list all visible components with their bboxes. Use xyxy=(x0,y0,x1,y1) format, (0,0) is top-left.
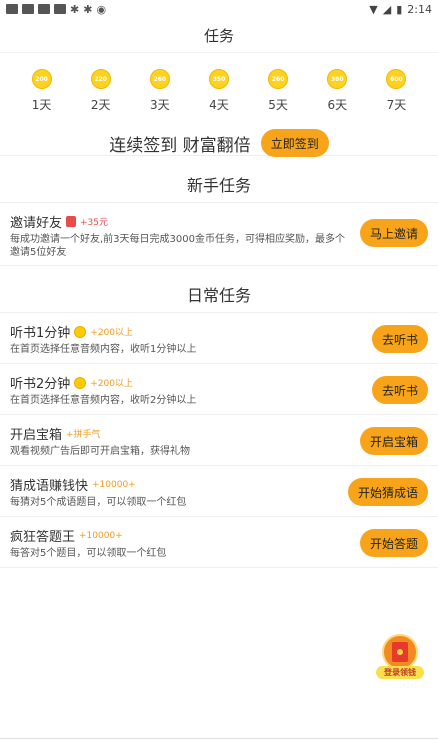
task-description: 每成功邀请一个好友,前3天每日完成3000金币任务，可得相应奖励，最多个邀请5位… xyxy=(10,234,345,258)
checkin-panel: 200 1天 220 2天 260 3天 350 4天 260 5天 380 6… xyxy=(0,53,438,157)
task-description: 每猜对5个成语题目，可以领取一个红包 xyxy=(10,497,187,508)
notification-icon xyxy=(22,4,34,14)
daily-section-title: 日常任务 xyxy=(0,276,438,313)
square-icon xyxy=(54,4,66,14)
task-quiz-king: 疯狂答题王 +10000+ 每答对5个题目，可以领取一个红包 开始答题 xyxy=(0,517,438,568)
newbie-section-title: 新手任务 xyxy=(0,166,438,203)
signal-icon: ◢ xyxy=(382,2,392,16)
checkin-day: 220 2天 xyxy=(81,69,121,113)
day-label: 4天 xyxy=(209,98,229,112)
day-label: 3天 xyxy=(150,98,170,112)
page-title: 任务 xyxy=(0,18,438,53)
task-title-row: 邀请好友 +35元 xyxy=(10,212,108,231)
coin-icon: 260 xyxy=(268,69,289,89)
day-label: 1天 xyxy=(31,98,52,112)
coin-icon: 350 xyxy=(208,69,229,89)
task-reward: +200以上 xyxy=(90,379,134,389)
task-description: 在首页选择任意音频内容，收听1分钟以上 xyxy=(10,344,197,355)
coin-icon: 260 xyxy=(149,69,170,89)
task-title-row: 猜成语赚钱快 +10000+ xyxy=(10,475,136,494)
task-idiom-guess: 猜成语赚钱快 +10000+ 每猜对5个成语题目，可以领取一个红包 开始猜成语 xyxy=(0,466,438,517)
shield-icon: ◉ xyxy=(96,2,107,16)
task-open-chest: 开启宝箱 +拼手气 观看视频广告后即可开启宝箱，获得礼物 开启宝箱 xyxy=(0,415,438,466)
task-title-row: 听书1分钟 +200以上 xyxy=(10,322,133,341)
task-title: 听书2分钟 xyxy=(10,377,71,392)
status-bar: ✱ ✱ ◉ ▼ ◢ ▮ 2:14 xyxy=(0,0,438,18)
divider xyxy=(0,738,438,739)
task-listen-2min: 听书2分钟 +200以上 在首页选择任意音频内容，收听2分钟以上 去听书 xyxy=(0,364,438,415)
image-icon xyxy=(38,4,50,14)
coin-icon xyxy=(74,376,87,389)
task-reward: +10000+ xyxy=(79,530,123,541)
task-title: 开启宝箱 xyxy=(10,428,63,443)
coin-icon xyxy=(74,325,87,338)
login-reward-label: 登录领钱 xyxy=(376,666,424,679)
coin-icon: 200 xyxy=(31,69,52,89)
task-title: 邀请好友 xyxy=(10,216,63,231)
open-chest-button[interactable]: 开启宝箱 xyxy=(359,427,428,455)
checkin-day: 600 7天 xyxy=(376,69,416,113)
checkin-day: 200 1天 xyxy=(22,69,62,113)
checkin-day: 260 5天 xyxy=(258,69,298,113)
checkin-row: 连续签到 财富翻倍 立即签到 xyxy=(0,129,438,157)
task-description: 在首页选择任意音频内容，收听2分钟以上 xyxy=(10,395,197,406)
task-title-row: 疯狂答题王 +10000+ xyxy=(10,526,123,545)
checkin-button[interactable]: 立即签到 xyxy=(260,129,329,157)
wifi-icon: ▼ xyxy=(369,2,378,16)
start-idiom-button[interactable]: 开始猜成语 xyxy=(347,478,428,506)
bug-icon: ✱ xyxy=(70,2,80,16)
day-label: 5天 xyxy=(268,98,288,112)
task-description: 观看视频广告后即可开启宝箱，获得礼物 xyxy=(10,446,190,457)
task-title: 猜成语赚钱快 xyxy=(10,479,89,494)
notification-icons: ✱ ✱ ◉ xyxy=(6,3,106,16)
battery-icon: ▮ xyxy=(396,2,403,16)
task-title: 听书1分钟 xyxy=(10,326,71,341)
coin-icon: 600 xyxy=(386,69,407,89)
task-title: 疯狂答题王 xyxy=(10,530,76,545)
listen-button[interactable]: 去听书 xyxy=(371,325,428,353)
task-listen-1min: 听书1分钟 +200以上 在首页选择任意音频内容，收听1分钟以上 去听书 xyxy=(0,313,438,364)
task-description: 每答对5个题目，可以领取一个红包 xyxy=(10,548,167,559)
coin-icon: 220 xyxy=(90,69,111,89)
checkin-day: 260 3天 xyxy=(140,69,180,113)
checkin-days: 200 1天 220 2天 260 3天 350 4天 260 5天 380 6… xyxy=(0,69,438,113)
red-envelope-icon xyxy=(382,634,418,670)
clock: 2:14 xyxy=(407,2,432,16)
coin-icon: 380 xyxy=(327,69,348,89)
task-reward: +35元 xyxy=(80,218,109,228)
day-label: 7天 xyxy=(386,98,407,112)
start-quiz-button[interactable]: 开始答题 xyxy=(359,529,428,557)
task-invite-friends: 邀请好友 +35元 每成功邀请一个好友,前3天每日完成3000金币任务，可得相应… xyxy=(0,203,438,266)
listen-button[interactable]: 去听书 xyxy=(371,376,428,404)
checkin-slogan: 连续签到 财富翻倍 xyxy=(109,135,251,156)
task-title-row: 开启宝箱 +拼手气 xyxy=(10,424,101,443)
login-reward-widget[interactable]: 登录领钱 xyxy=(376,631,424,679)
bug-icon: ✱ xyxy=(83,2,93,16)
task-reward: +200以上 xyxy=(90,328,134,338)
task-reward: +10000+ xyxy=(92,479,136,490)
task-title-row: 听书2分钟 +200以上 xyxy=(10,373,133,392)
notification-icon xyxy=(6,4,18,14)
system-icons: ▼ ◢ ▮ 2:14 xyxy=(369,3,432,16)
day-label: 6天 xyxy=(327,98,348,112)
invite-button[interactable]: 马上邀请 xyxy=(359,219,428,247)
task-reward: +拼手气 xyxy=(66,430,101,440)
red-envelope-icon xyxy=(66,216,77,227)
checkin-day: 350 4天 xyxy=(199,69,239,113)
day-label: 2天 xyxy=(90,98,111,112)
checkin-day: 380 6天 xyxy=(317,69,357,113)
